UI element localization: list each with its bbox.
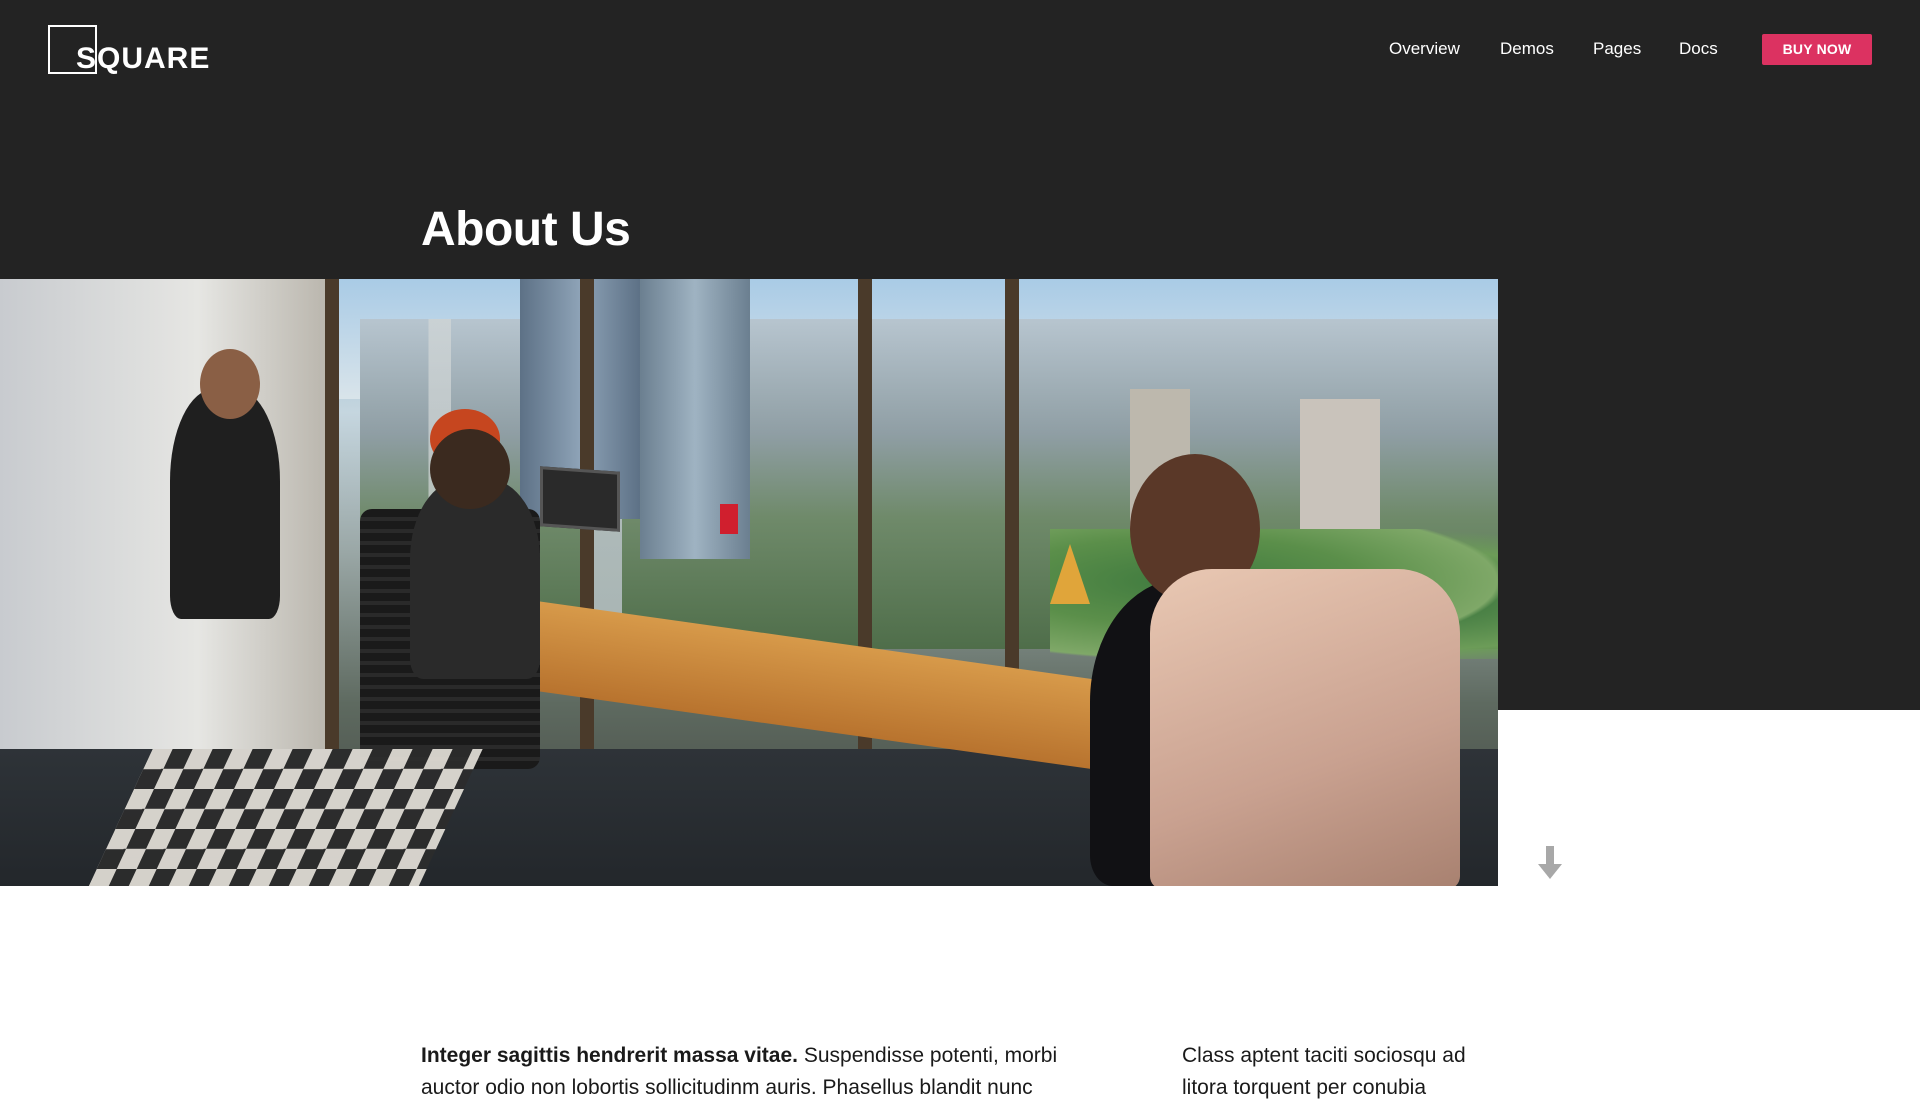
page-title: About Us: [421, 203, 631, 256]
nav-pages-link[interactable]: Pages: [1593, 36, 1641, 62]
hero-person-head: [200, 349, 260, 419]
intro-left-column: Integer sagittis hendrerit massa vitae. …: [421, 1040, 1111, 1104]
brand-logo[interactable]: SQUARE: [48, 25, 218, 75]
arrow-down-icon[interactable]: [1537, 846, 1563, 880]
logo-text: SQUARE: [76, 42, 211, 75]
hero-person: [170, 389, 280, 619]
hero-monitor: [540, 466, 620, 532]
hero-party-hat: [1050, 544, 1090, 604]
hero-cup: [720, 504, 738, 534]
hero-image: [0, 279, 1498, 886]
hero-person-head: [430, 429, 510, 509]
nav-overview-link[interactable]: Overview: [1389, 36, 1460, 62]
intro-right-text: Class aptent taciti sociosqu ad litora t…: [1182, 1044, 1466, 1099]
hero-tower: [1300, 399, 1380, 549]
nav-demos-link[interactable]: Demos: [1500, 36, 1554, 62]
nav-docs-link[interactable]: Docs: [1679, 36, 1718, 62]
arrow-down-icon-svg: [1538, 846, 1562, 879]
hero-person: [410, 479, 540, 679]
hero-blazer: [1150, 569, 1460, 886]
intro-right-column: Class aptent taciti sociosqu ad litora t…: [1182, 1040, 1512, 1104]
intro-lead-text: Integer sagittis hendrerit massa vitae.: [421, 1044, 798, 1067]
buy-now-button[interactable]: BUY NOW: [1762, 34, 1872, 65]
hero-chessboard: [87, 749, 483, 886]
site-header: SQUARE Overview Demos Pages Docs BUY NOW: [0, 0, 1920, 100]
